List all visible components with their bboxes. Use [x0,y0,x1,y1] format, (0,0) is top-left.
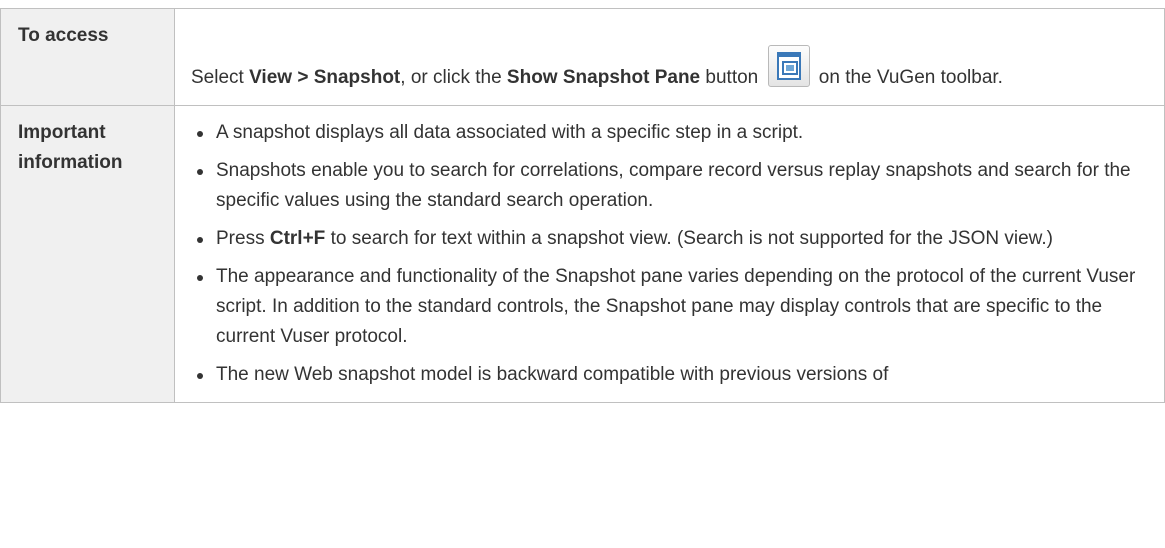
list-item: A snapshot displays all data associated … [191,118,1150,148]
info-bullet-list: A snapshot displays all data associated … [191,118,1150,390]
menu-path: View > Snapshot [249,67,401,88]
row-label-important-information: Important information [0,105,175,403]
table-row-important-info: Important information A snapshot display… [0,105,1165,403]
row-content-important-information: A snapshot displays all data associated … [174,105,1165,403]
access-text-1: Select [191,67,250,88]
access-text-2: , or click the [400,67,507,88]
search-text-before: Press [216,228,270,249]
list-item: The appearance and functionality of the … [191,262,1150,352]
row-content-to-access: Select View > Snapshot, or click the Sho… [174,8,1165,106]
access-text-4: on the VuGen toolbar. [813,67,1003,88]
row-label-to-access: To access [0,8,175,106]
show-snapshot-pane-icon [767,45,810,87]
access-text-3: button [700,67,759,88]
shortcut-ctrl-f: Ctrl+F [269,228,326,249]
search-text-after: to search for text within a snapshot vie… [325,228,1053,249]
list-item: The new Web snapshot model is backward c… [191,360,1150,390]
button-name: Show Snapshot Pane [506,67,701,88]
reference-table: To access Select View > Snapshot, or cli… [0,8,1165,403]
table-row-access: To access Select View > Snapshot, or cli… [0,8,1165,106]
access-paragraph: Select View > Snapshot, or click the Sho… [191,45,1150,93]
list-item-search: Press Ctrl+F to search for text within a… [191,224,1150,254]
list-item: Snapshots enable you to search for corre… [191,156,1150,216]
